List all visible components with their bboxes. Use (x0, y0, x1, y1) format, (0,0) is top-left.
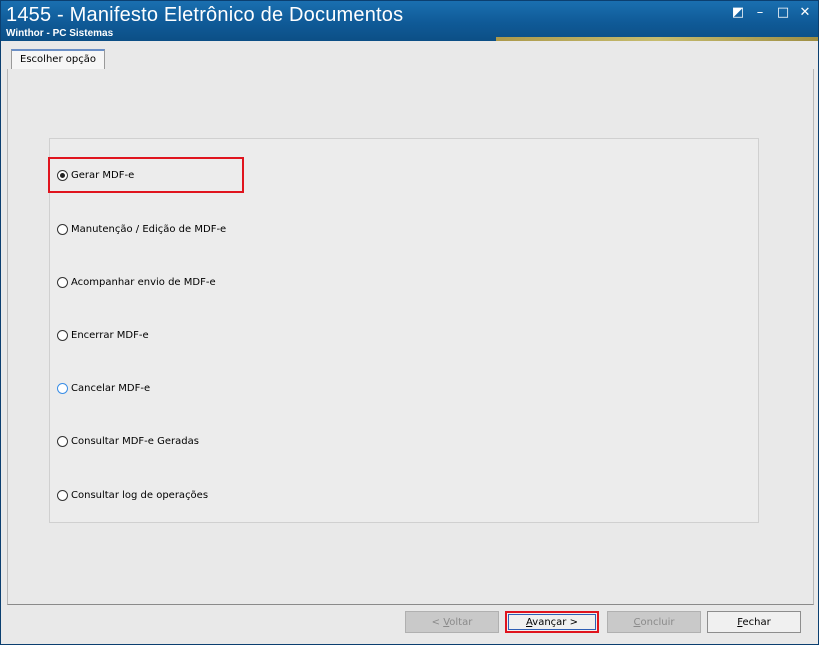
minimize-icon[interactable]: – (751, 5, 769, 21)
main-window: 1455 - Manifesto Eletrônico de Documento… (0, 0, 819, 645)
option-acompanhar-envio[interactable]: Acompanhar envio de MDF-e (57, 274, 216, 290)
option-label: Consultar MDF-e Geradas (71, 435, 199, 447)
options-group: Gerar MDF-e Manutenção / Edição de MDF-e… (49, 138, 759, 523)
radio-icon[interactable] (57, 489, 68, 501)
option-cancelar[interactable]: Cancelar MDF-e (57, 380, 150, 396)
option-label: Encerrar MDF-e (71, 329, 149, 341)
option-label: Cancelar MDF-e (71, 382, 151, 394)
tab-panel: Gerar MDF-e Manutenção / Edição de MDF-e… (7, 69, 814, 605)
radio-icon[interactable] (57, 223, 68, 235)
option-label: Consultar log de operações (71, 489, 209, 501)
maximize-icon[interactable]: □ (774, 5, 792, 21)
radio-icon[interactable] (57, 435, 68, 447)
option-consultar-geradas[interactable]: Consultar MDF-e Geradas (57, 433, 199, 449)
highlight-annotation (48, 157, 244, 193)
concluir-button[interactable]: Concluir (607, 611, 701, 633)
close-icon[interactable]: ✕ (796, 5, 814, 21)
voltar-button[interactable]: < Voltar (405, 611, 499, 633)
footer-bar: < Voltar Avançar > Concluir Fechar (1, 605, 818, 644)
title-bar[interactable]: 1455 - Manifesto Eletrônico de Documento… (1, 1, 818, 41)
radio-icon[interactable] (57, 382, 68, 394)
radio-icon[interactable] (57, 276, 68, 288)
fechar-button[interactable]: Fechar (707, 611, 801, 633)
restore-icon[interactable]: ◩ (729, 5, 747, 21)
option-encerrar[interactable]: Encerrar MDF-e (57, 327, 149, 343)
option-manutencao-edicao[interactable]: Manutenção / Edição de MDF-e (57, 221, 226, 237)
radio-icon[interactable] (57, 329, 68, 341)
option-label: Acompanhar envio de MDF-e (71, 276, 216, 288)
tab-escolher-opcao[interactable]: Escolher opção (11, 49, 105, 71)
option-consultar-log[interactable]: Consultar log de operações (57, 487, 208, 503)
title-bar-decoration (496, 37, 818, 41)
window-title: 1455 - Manifesto Eletrônico de Documento… (6, 4, 404, 26)
option-label: Manutenção / Edição de MDF-e (71, 223, 227, 235)
tab-strip: Escolher opção (7, 49, 813, 71)
avancar-button[interactable]: Avançar > (505, 611, 599, 633)
window-subtitle: Winthor - PC Sistemas (6, 28, 114, 39)
